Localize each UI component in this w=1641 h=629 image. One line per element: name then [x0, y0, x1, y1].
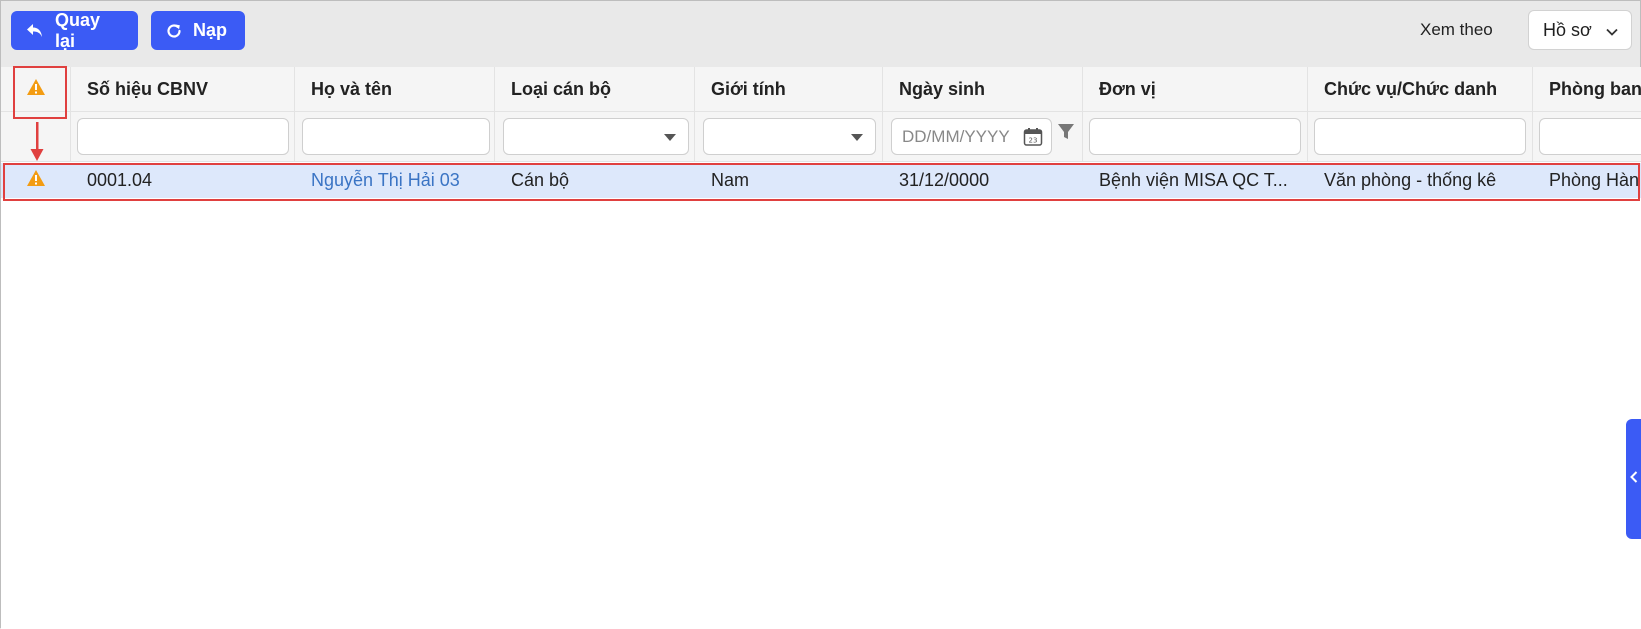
column-header-staff-type[interactable]: Loại cán bộ	[495, 67, 695, 112]
chevron-left-icon	[1629, 470, 1639, 489]
calendar-icon[interactable]: 23	[1023, 127, 1043, 152]
column-header-gender[interactable]: Giới tính	[695, 67, 883, 112]
grid-filter-row: DD/MM/YYYY 23	[1, 112, 1641, 162]
filter-cell-unit	[1083, 112, 1308, 161]
funnel-icon[interactable]	[1057, 122, 1075, 147]
filter-cell-full-name	[295, 112, 495, 161]
reload-button[interactable]: Nạp	[151, 11, 245, 50]
view-by-label: Xem theo	[1420, 20, 1493, 39]
chevron-down-icon	[1605, 23, 1619, 44]
undo-arrow-icon	[25, 21, 45, 41]
filter-cell-gender	[695, 112, 883, 161]
filter-select-staff-type[interactable]	[503, 118, 689, 155]
filter-input-unit[interactable]	[1089, 118, 1301, 155]
reload-button-label: Nạp	[193, 20, 228, 40]
filter-cell-position	[1308, 112, 1533, 161]
dropdown-caret-icon	[851, 134, 863, 141]
back-button[interactable]: Quay lại	[11, 9, 138, 51]
back-button-label: Quay lại	[55, 9, 101, 51]
column-header-employee-id[interactable]: Số hiệu CBNV	[71, 67, 295, 112]
filter-input-department[interactable]	[1539, 118, 1641, 155]
column-header-unit[interactable]: Đơn vị	[1083, 67, 1308, 112]
side-panel-toggle[interactable]	[1626, 419, 1641, 539]
employee-grid: Số hiệu CBNV Họ và tên Loại cán bộ Giới …	[1, 67, 1641, 629]
filter-input-position[interactable]	[1314, 118, 1526, 155]
column-header-department[interactable]: Phòng ban	[1533, 67, 1641, 112]
filter-input-full-name[interactable]	[302, 118, 490, 155]
filter-cell-department	[1533, 112, 1641, 161]
view-by-value: Hồ sơ	[1543, 19, 1592, 40]
filter-select-gender[interactable]	[703, 118, 876, 155]
refresh-icon	[165, 22, 183, 40]
calendar-day: 23	[1029, 137, 1038, 145]
filter-cell-birth-date: DD/MM/YYYY 23	[883, 112, 1083, 161]
column-header-position[interactable]: Chức vụ/Chức danh	[1308, 67, 1533, 112]
column-header-birth-date[interactable]: Ngày sinh	[883, 67, 1083, 112]
filter-input-employee-id[interactable]	[77, 118, 289, 155]
highlight-box-warning-header	[13, 66, 67, 119]
dropdown-caret-icon	[664, 134, 676, 141]
filter-cell-employee-id	[71, 112, 295, 161]
view-by-select[interactable]: Hồ sơ	[1528, 10, 1632, 50]
annotation-arrow-icon	[30, 122, 44, 167]
grid-header-row: Số hiệu CBNV Họ và tên Loại cán bộ Giới …	[1, 67, 1641, 112]
app-window: Quay lại Nạp Xem theo Hồ sơ Số hiệu CBNV…	[0, 0, 1641, 629]
filter-cell-staff-type	[495, 112, 695, 161]
highlight-box-data-row	[3, 163, 1640, 201]
filter-date-birth-date[interactable]: DD/MM/YYYY 23	[891, 118, 1052, 155]
date-placeholder: DD/MM/YYYY	[902, 126, 1010, 146]
column-header-full-name[interactable]: Họ và tên	[295, 67, 495, 112]
